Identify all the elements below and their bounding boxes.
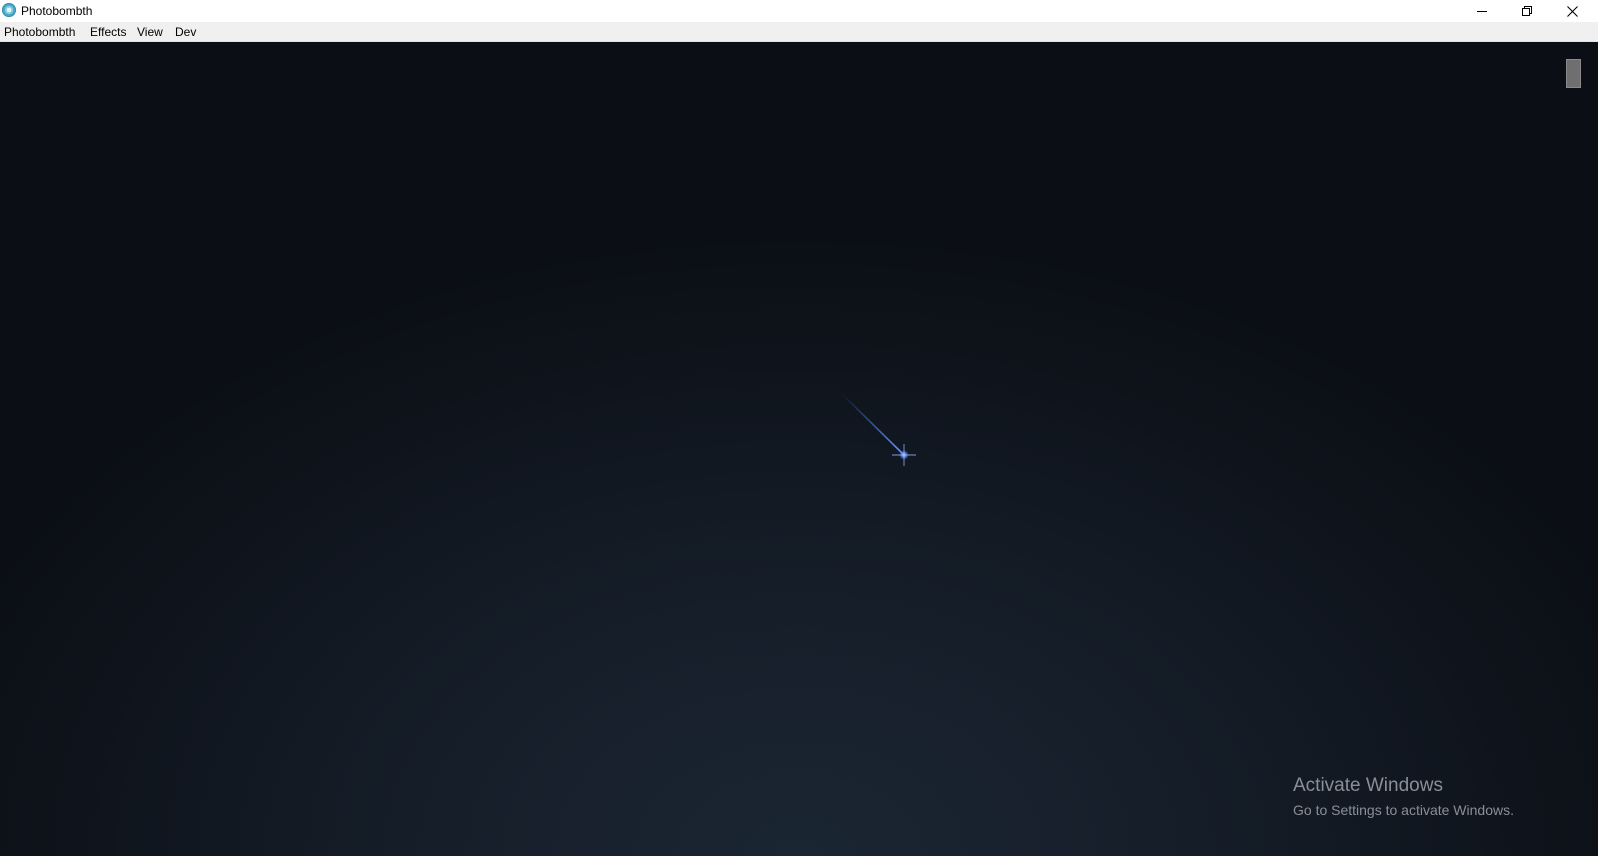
restore-button[interactable] bbox=[1505, 0, 1549, 22]
app-icon bbox=[2, 3, 16, 17]
minimize-icon bbox=[1477, 11, 1487, 12]
render-canvas[interactable]: Activate Windows Go to Settings to activ… bbox=[0, 42, 1598, 856]
app-window: Photobombth Photobombth Effects View Dev bbox=[0, 0, 1598, 856]
menu-item-dev[interactable]: Dev bbox=[175, 24, 196, 40]
title-bar[interactable]: Photobombth bbox=[0, 0, 1598, 22]
activation-watermark-subtitle: Go to Settings to activate Windows. bbox=[1293, 802, 1514, 818]
scrollbar-thumb[interactable] bbox=[1566, 59, 1581, 88]
close-icon bbox=[1566, 5, 1578, 17]
menu-bar: Photobombth Effects View Dev bbox=[0, 22, 1598, 42]
menu-item-photobombth[interactable]: Photobombth bbox=[4, 24, 75, 40]
shooting-star-icon bbox=[841, 393, 916, 466]
menu-item-effects[interactable]: Effects bbox=[90, 24, 126, 40]
minimize-button[interactable] bbox=[1460, 0, 1504, 22]
restore-icon bbox=[1522, 6, 1532, 16]
menu-item-view[interactable]: View bbox=[137, 24, 163, 40]
close-button[interactable] bbox=[1550, 0, 1594, 22]
activation-watermark-title: Activate Windows bbox=[1293, 775, 1443, 796]
window-title: Photobombth bbox=[21, 4, 93, 18]
